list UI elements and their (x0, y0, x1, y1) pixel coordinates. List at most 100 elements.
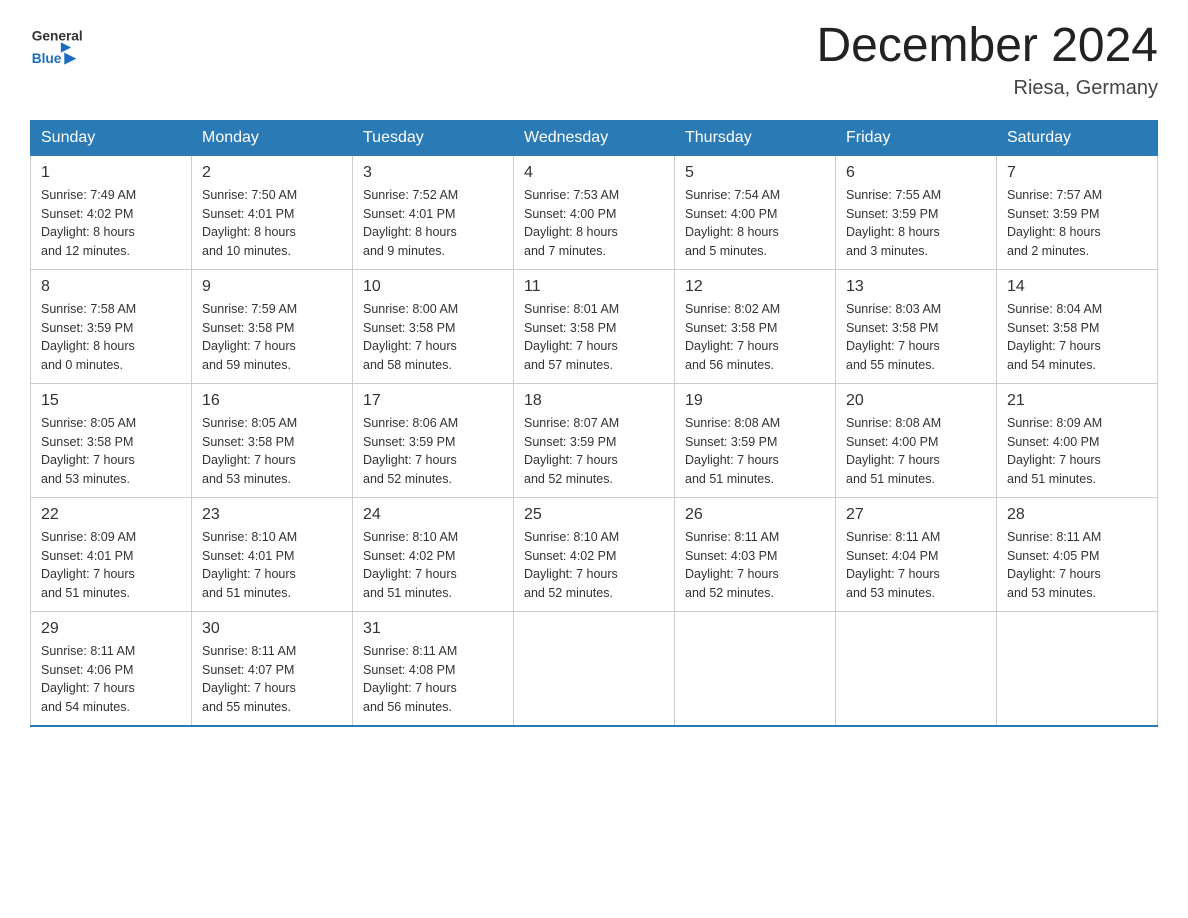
day-number: 17 (363, 392, 503, 410)
calendar-cell-3-4: 26Sunrise: 8:11 AMSunset: 4:03 PMDayligh… (675, 497, 836, 611)
calendar-table: Sunday Monday Tuesday Wednesday Thursday… (30, 120, 1158, 727)
calendar-title: December 2024 (816, 20, 1158, 73)
day-number: 27 (846, 506, 986, 524)
calendar-cell-3-5: 27 Sunrise: 8:11 AMSunset: 4:04 PMDayligh… (836, 497, 997, 611)
day-number: 16 (202, 392, 342, 410)
calendar-cell-1-5: 13Sunrise: 8:03 AMSunset: 3:58 PMDayligh… (836, 269, 997, 383)
day-number: 10 (363, 278, 503, 296)
day-info: Sunrise: 8:09 AMSunset: 4:00 PMDaylight:… (1007, 414, 1147, 489)
day-number: 26 (685, 506, 825, 524)
day-info: Sunrise: 8:10 AMSunset: 4:01 PMDaylight:… (202, 528, 342, 603)
day-number: 15 (41, 392, 181, 410)
svg-text:Blue: Blue (32, 51, 62, 66)
day-info: Sunrise: 8:09 AMSunset: 4:01 PMDaylight:… (41, 528, 181, 603)
title-block: December 2024 Riesa, Germany (816, 20, 1158, 100)
day-number: 14 (1007, 278, 1147, 296)
day-number: 1 (41, 164, 181, 182)
header-wednesday: Wednesday (514, 120, 675, 155)
day-info: Sunrise: 7:55 AMSunset: 3:59 PMDaylight:… (846, 186, 986, 261)
calendar-subtitle: Riesa, Germany (816, 77, 1158, 100)
day-number: 28 (1007, 506, 1147, 524)
day-number: 7 (1007, 164, 1147, 182)
day-number: 23 (202, 506, 342, 524)
calendar-cell-3-3: 25 Sunrise: 8:10 AMSunset: 4:02 PMDayligh… (514, 497, 675, 611)
day-info: Sunrise: 8:08 AMSunset: 3:59 PMDaylight:… (685, 414, 825, 489)
day-info: Sunrise: 8:11 AMSunset: 4:04 PMDaylight:… (846, 528, 986, 603)
logo: General Blue (30, 20, 90, 75)
day-info: Sunrise: 8:07 AMSunset: 3:59 PMDaylight:… (524, 414, 664, 489)
calendar-cell-0-2: 3 Sunrise: 7:52 AMSunset: 4:01 PMDaylight… (353, 155, 514, 269)
calendar-cell-1-0: 8Sunrise: 7:58 AMSunset: 3:59 PMDaylight… (31, 269, 192, 383)
week-row-1: 1 Sunrise: 7:49 AMSunset: 4:02 PMDaylight… (31, 155, 1158, 269)
day-info: Sunrise: 8:10 AMSunset: 4:02 PMDaylight:… (363, 528, 503, 603)
day-info: Sunrise: 7:57 AMSunset: 3:59 PMDaylight:… (1007, 186, 1147, 261)
calendar-cell-1-3: 11 Sunrise: 8:01 AMSunset: 3:58 PMDayligh… (514, 269, 675, 383)
day-info: Sunrise: 7:50 AMSunset: 4:01 PMDaylight:… (202, 186, 342, 261)
day-info: Sunrise: 8:10 AMSunset: 4:02 PMDaylight:… (524, 528, 664, 603)
day-info: Sunrise: 8:06 AMSunset: 3:59 PMDaylight:… (363, 414, 503, 489)
day-number: 20 (846, 392, 986, 410)
day-number: 9 (202, 278, 342, 296)
day-number: 8 (41, 278, 181, 296)
calendar-cell-0-4: 5Sunrise: 7:54 AMSunset: 4:00 PMDaylight… (675, 155, 836, 269)
week-row-3: 15 Sunrise: 8:05 AMSunset: 3:58 PMDayligh… (31, 383, 1158, 497)
calendar-cell-4-5 (836, 611, 997, 726)
day-number: 24 (363, 506, 503, 524)
day-info: Sunrise: 8:11 AMSunset: 4:06 PMDaylight:… (41, 642, 181, 717)
header-thursday: Thursday (675, 120, 836, 155)
day-number: 2 (202, 164, 342, 182)
day-info: Sunrise: 8:08 AMSunset: 4:00 PMDaylight:… (846, 414, 986, 489)
day-number: 4 (524, 164, 664, 182)
day-number: 3 (363, 164, 503, 182)
day-number: 21 (1007, 392, 1147, 410)
header-friday: Friday (836, 120, 997, 155)
calendar-cell-2-6: 21 Sunrise: 8:09 AMSunset: 4:00 PMDayligh… (997, 383, 1158, 497)
calendar-cell-4-2: 31 Sunrise: 8:11 AMSunset: 4:08 PMDayligh… (353, 611, 514, 726)
calendar-cell-4-4 (675, 611, 836, 726)
header-sunday: Sunday (31, 120, 192, 155)
day-info: Sunrise: 8:02 AMSunset: 3:58 PMDaylight:… (685, 300, 825, 375)
calendar-cell-1-6: 14 Sunrise: 8:04 AMSunset: 3:58 PMDayligh… (997, 269, 1158, 383)
calendar-cell-1-4: 12Sunrise: 8:02 AMSunset: 3:58 PMDayligh… (675, 269, 836, 383)
day-info: Sunrise: 8:11 AMSunset: 4:07 PMDaylight:… (202, 642, 342, 717)
day-number: 25 (524, 506, 664, 524)
calendar-cell-2-0: 15 Sunrise: 8:05 AMSunset: 3:58 PMDayligh… (31, 383, 192, 497)
day-info: Sunrise: 8:11 AMSunset: 4:08 PMDaylight:… (363, 642, 503, 717)
day-number: 31 (363, 620, 503, 638)
calendar-cell-3-6: 28 Sunrise: 8:11 AMSunset: 4:05 PMDayligh… (997, 497, 1158, 611)
logo-icon: General Blue (30, 20, 90, 75)
day-number: 30 (202, 620, 342, 638)
header-monday: Monday (192, 120, 353, 155)
calendar-cell-0-3: 4 Sunrise: 7:53 AMSunset: 4:00 PMDaylight… (514, 155, 675, 269)
day-number: 19 (685, 392, 825, 410)
day-info: Sunrise: 8:05 AMSunset: 3:58 PMDaylight:… (41, 414, 181, 489)
weekday-header-row: Sunday Monday Tuesday Wednesday Thursday… (31, 120, 1158, 155)
calendar-cell-2-2: 17 Sunrise: 8:06 AMSunset: 3:59 PMDayligh… (353, 383, 514, 497)
day-number: 29 (41, 620, 181, 638)
page-header: General Blue December 2024 Riesa, German… (30, 20, 1158, 100)
calendar-cell-4-0: 29 Sunrise: 8:11 AMSunset: 4:06 PMDayligh… (31, 611, 192, 726)
week-row-5: 29 Sunrise: 8:11 AMSunset: 4:06 PMDayligh… (31, 611, 1158, 726)
day-info: Sunrise: 7:52 AMSunset: 4:01 PMDaylight:… (363, 186, 503, 261)
day-number: 22 (41, 506, 181, 524)
day-number: 11 (524, 278, 664, 296)
day-number: 18 (524, 392, 664, 410)
day-info: Sunrise: 8:05 AMSunset: 3:58 PMDaylight:… (202, 414, 342, 489)
calendar-cell-0-1: 2 Sunrise: 7:50 AMSunset: 4:01 PMDaylight… (192, 155, 353, 269)
day-info: Sunrise: 8:04 AMSunset: 3:58 PMDaylight:… (1007, 300, 1147, 375)
day-info: Sunrise: 8:11 AMSunset: 4:05 PMDaylight:… (1007, 528, 1147, 603)
calendar-cell-2-3: 18 Sunrise: 8:07 AMSunset: 3:59 PMDayligh… (514, 383, 675, 497)
calendar-cell-4-1: 30 Sunrise: 8:11 AMSunset: 4:07 PMDayligh… (192, 611, 353, 726)
day-number: 13 (846, 278, 986, 296)
day-info: Sunrise: 7:49 AMSunset: 4:02 PMDaylight:… (41, 186, 181, 261)
day-info: Sunrise: 7:53 AMSunset: 4:00 PMDaylight:… (524, 186, 664, 261)
calendar-cell-3-0: 22 Sunrise: 8:09 AMSunset: 4:01 PMDayligh… (31, 497, 192, 611)
calendar-cell-0-5: 6 Sunrise: 7:55 AMSunset: 3:59 PMDaylight… (836, 155, 997, 269)
day-number: 5 (685, 164, 825, 182)
calendar-cell-3-1: 23 Sunrise: 8:10 AMSunset: 4:01 PMDayligh… (192, 497, 353, 611)
day-info: Sunrise: 8:00 AMSunset: 3:58 PMDaylight:… (363, 300, 503, 375)
calendar-cell-1-1: 9Sunrise: 7:59 AMSunset: 3:58 PMDaylight… (192, 269, 353, 383)
calendar-cell-2-4: 19 Sunrise: 8:08 AMSunset: 3:59 PMDayligh… (675, 383, 836, 497)
day-info: Sunrise: 8:01 AMSunset: 3:58 PMDaylight:… (524, 300, 664, 375)
day-number: 6 (846, 164, 986, 182)
